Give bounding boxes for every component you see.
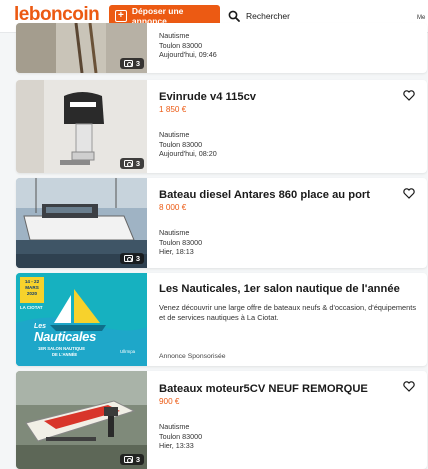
sponsored-description: Venez découvrir une large offre de batea… [159,303,417,322]
listing-card[interactable]: 3 Evinrude v4 115cv 1 850 € Nautisme Tou… [16,80,427,173]
photo-count-badge: 3 [119,58,144,69]
plus-icon: + [115,9,127,22]
listing-price: 900 € [159,397,180,406]
banner-place: LA CIOTAT [20,305,43,310]
listing-meta: Nautisme Toulon 83000 Aujourd'hui, 09:46 [159,31,217,60]
listing-date: Hier, 13:33 [159,441,194,451]
sponsored-ad-card[interactable]: 14 - 22 MARS 2020 LA CIOTAT Les Nautical… [16,273,427,366]
sponsored-label: Annonce Sponsorisée [159,353,226,360]
favorite-heart-icon[interactable] [403,188,415,199]
listing-thumbnail: 3 [16,371,147,469]
photo-count-badge: 3 [119,158,144,169]
listing-date: Aujourd'hui, 09:46 [159,50,217,60]
listing-price: 8 000 € [159,203,187,212]
listing-meta: Nautisme Toulon 83000 Hier, 18:13 [159,228,202,257]
listing-category: Nautisme [159,31,190,40]
listing-info: Bateaux moteur5CV NEUF REMORQUE 900 € [159,383,417,406]
listing-category: Nautisme [159,422,190,431]
search-label: Rechercher [246,10,290,21]
listing-thumbnail: 3 [16,80,147,173]
sponsored-info: Les Nauticales, 1er salon nautique de l'… [159,283,417,322]
listing-card[interactable]: 3 Bateau diesel Antares 860 place au por… [16,178,427,268]
photo-count-badge: 3 [119,253,144,264]
listing-thumbnail: 3 [16,23,147,73]
search-icon [228,10,240,22]
listing-location: Toulon 83000 [159,237,203,247]
listing-location: Toulon 83000 [159,40,203,50]
listing-card[interactable]: 3 Bateaux moteur5CV NEUF REMORQUE 900 € … [16,371,427,469]
listing-date: Hier, 18:13 [159,247,194,257]
sponsored-title[interactable]: Les Nauticales, 1er salon nautique de l'… [159,283,417,295]
favorite-heart-icon[interactable] [403,381,415,392]
camera-icon [123,456,133,463]
listing-meta: Nautisme Toulon 83000 Hier, 13:33 [159,422,202,451]
camera-icon [123,60,133,67]
listing-title[interactable]: Bateaux moteur5CV NEUF REMORQUE [159,383,417,395]
banner-tagline-2: DE L'ANNÉE [52,352,78,357]
favorite-heart-icon[interactable] [403,90,415,101]
listing-card[interactable]: 3 Nautisme Toulon 83000 Aujourd'hui, 09:… [16,23,427,73]
listing-thumbnail: 3 [16,178,147,268]
listing-meta: Nautisme Toulon 83000 Aujourd'hui, 08:20 [159,130,217,159]
listing-info: Evinrude v4 115cv 1 850 € [159,91,417,114]
listing-title[interactable]: Bateau diesel Antares 860 place au port [159,189,417,201]
listing-price: 1 850 € [159,105,187,114]
photo-count-badge: 3 [119,454,144,465]
banner-sponsor: Ullrmpa [120,349,136,354]
listing-title[interactable]: Evinrude v4 115cv [159,91,417,103]
listing-info: Bateau diesel Antares 860 place au port … [159,189,417,212]
nauticales-banner: 14 - 22 MARS 2020 LA CIOTAT Les Nautical… [16,273,147,366]
listing-location: Toulon 83000 [159,139,203,149]
banner-dates: 14 - 22 MARS 2020 [24,279,40,296]
listing-category: Nautisme [159,130,190,139]
account-label[interactable]: Me [417,15,425,21]
listing-category: Nautisme [159,228,190,237]
banner-tagline-1: 1ER SALON NAUTIQUE [38,346,85,351]
banner-brand: Nauticales [34,329,97,344]
camera-icon [123,255,133,262]
camera-icon [123,160,133,167]
listing-date: Aujourd'hui, 08:20 [159,149,217,159]
listing-location: Toulon 83000 [159,431,203,441]
